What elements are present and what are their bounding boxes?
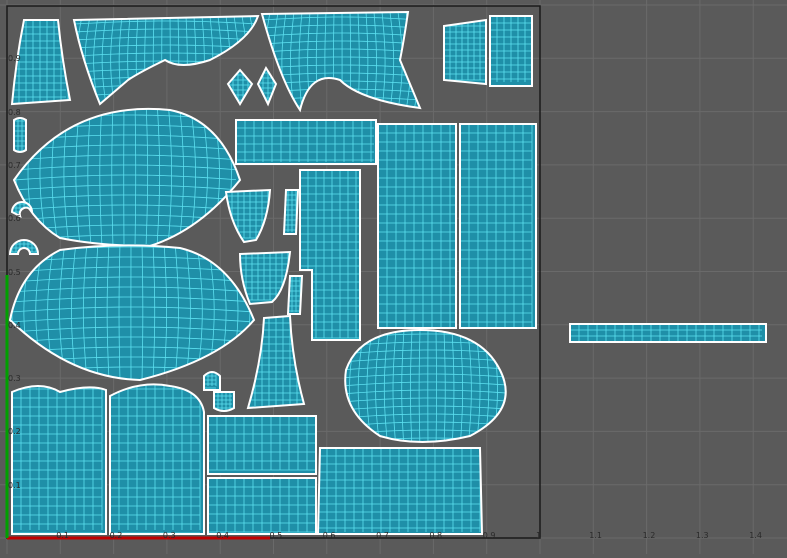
v-tick-label: 0.2 bbox=[8, 427, 21, 437]
u-tick-label: 0.1 bbox=[56, 531, 70, 540]
u-tick-label: 0.4 bbox=[216, 531, 229, 540]
v-tick-label: 0.4 bbox=[8, 320, 21, 330]
u-tick-label: 1.4 bbox=[749, 531, 762, 540]
island-long-strip-right[interactable] bbox=[569, 323, 767, 343]
island-bottom-shirt-left[interactable] bbox=[11, 380, 107, 535]
u-tick-label: 0.9 bbox=[482, 531, 496, 540]
v-tick-label: 0.7 bbox=[8, 160, 21, 170]
u-tick-label: 1 bbox=[536, 531, 542, 540]
island-grid-top-right[interactable] bbox=[489, 15, 533, 87]
u-tick-label: 0.7 bbox=[376, 531, 389, 540]
u-tick-label: 1.1 bbox=[589, 531, 603, 540]
island-small-strip-2[interactable] bbox=[286, 275, 304, 315]
v-tick-label: 0.8 bbox=[8, 107, 21, 117]
v-tick-label: 0.1 bbox=[8, 480, 21, 490]
v-tick-label: 0.6 bbox=[8, 214, 21, 224]
uv-canvas[interactable] bbox=[0, 0, 787, 554]
v-tick-label: 0.9 bbox=[8, 54, 21, 64]
v-tick-label: 0.3 bbox=[8, 374, 21, 384]
uv-editor-viewport[interactable]: 0.1 0.2 0.3 0.4 0.5 0.6 0.7 0.8 0.9 1 1.1 1.2 1.3 1.4… bbox=[0, 0, 787, 554]
island-bottom-shirt-right[interactable] bbox=[109, 380, 205, 535]
island-hand-top[interactable] bbox=[443, 18, 487, 86]
island-bottom-grid-lower[interactable] bbox=[207, 477, 317, 535]
u-tick-label: 0.6 bbox=[322, 531, 336, 540]
u-tick-label: 0.8 bbox=[429, 531, 443, 540]
v-tick-label: 0.5 bbox=[8, 267, 21, 277]
island-panel-tall-right[interactable] bbox=[459, 123, 537, 329]
island-panel-tall-mid[interactable] bbox=[377, 123, 457, 329]
u-tick-label: 1.3 bbox=[695, 531, 709, 540]
island-small-shield[interactable] bbox=[213, 391, 235, 412]
u-tick-label: 1.2 bbox=[642, 531, 656, 540]
island-small-capsule[interactable] bbox=[13, 116, 27, 153]
u-tick-label: 0.2 bbox=[109, 531, 123, 540]
island-strip-horizontal[interactable] bbox=[235, 119, 377, 165]
island-small-strip-1[interactable] bbox=[282, 189, 300, 235]
island-bottom-mouth[interactable] bbox=[316, 447, 484, 535]
u-tick-label: 0.3 bbox=[162, 531, 176, 540]
u-tick-label: 0.5 bbox=[269, 531, 283, 540]
island-bottom-grid-upper[interactable] bbox=[207, 415, 317, 475]
